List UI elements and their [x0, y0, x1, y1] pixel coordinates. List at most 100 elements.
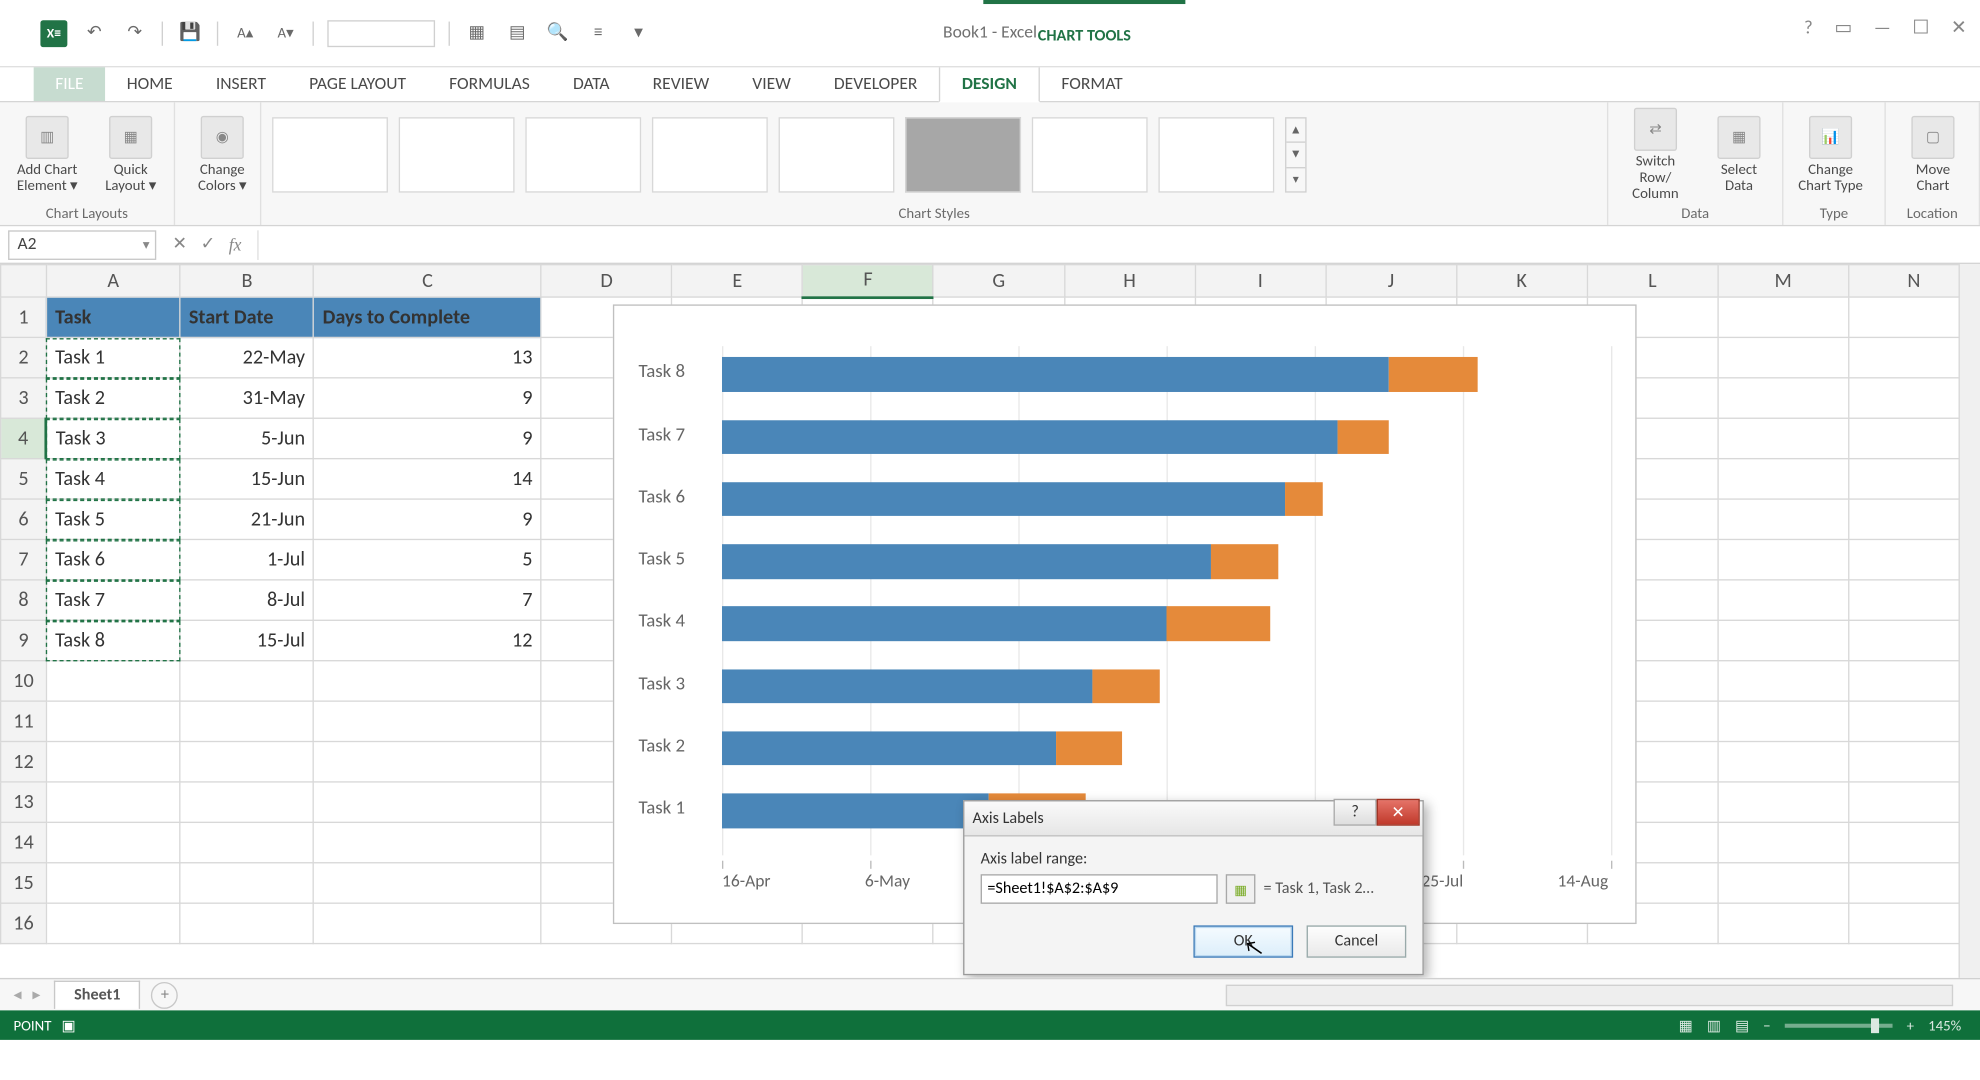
font-decrease-button[interactable]: A▾ [272, 20, 299, 47]
cell[interactable]: Start Date [180, 297, 314, 337]
zoom-in-button[interactable]: + [1907, 1016, 1914, 1034]
chart-bar[interactable] [722, 420, 1389, 454]
cell[interactable]: 15-Jun [180, 459, 314, 499]
cell[interactable] [46, 701, 180, 741]
row-header[interactable]: 3 [1, 378, 47, 418]
row-header[interactable]: 2 [1, 337, 47, 377]
cell[interactable]: Task 4 [46, 459, 180, 499]
cell[interactable] [1718, 822, 1849, 862]
row-header[interactable]: 12 [1, 742, 47, 782]
cell[interactable] [314, 701, 541, 741]
cell[interactable]: 15-Jul [180, 620, 314, 660]
tab-developer[interactable]: DEVELOPER [812, 67, 939, 101]
row-header[interactable]: 9 [1, 620, 47, 660]
cell[interactable] [1718, 297, 1849, 337]
save-button[interactable]: 💾 [176, 20, 203, 47]
cell[interactable]: 9 [314, 378, 541, 418]
cell[interactable] [1718, 580, 1849, 620]
column-header[interactable]: M [1718, 265, 1849, 297]
cell[interactable] [314, 661, 541, 701]
qat-combo[interactable] [327, 20, 435, 47]
tab-insert[interactable]: INSERT [194, 67, 287, 101]
cell[interactable] [1718, 782, 1849, 822]
cell[interactable] [180, 903, 314, 943]
cell[interactable]: 5-Jun [180, 418, 314, 458]
column-header[interactable]: D [541, 265, 672, 297]
zoom-slider[interactable] [1785, 1024, 1893, 1028]
horizontal-scrollbar[interactable] [1226, 985, 1953, 1007]
sheet-tab-sheet1[interactable]: Sheet1 [54, 981, 141, 1009]
cell[interactable]: 8-Jul [180, 580, 314, 620]
column-header[interactable]: C [314, 265, 541, 297]
row-header[interactable]: 16 [1, 903, 47, 943]
cell[interactable]: 12 [314, 620, 541, 660]
cell[interactable]: 5 [314, 539, 541, 579]
row-header[interactable]: 4 [1, 418, 47, 458]
maximize-button[interactable]: ☐ [1912, 16, 1929, 39]
column-header[interactable]: K [1456, 265, 1587, 297]
sheet-nav-prev[interactable]: ◂ [13, 985, 21, 1005]
cell[interactable] [1718, 742, 1849, 782]
switch-row-column-button[interactable]: ⇄Switch Row/ Column [1619, 108, 1692, 203]
cell[interactable] [180, 863, 314, 903]
minimize-button[interactable]: — [1874, 16, 1891, 39]
column-header[interactable]: A [46, 265, 180, 297]
help-icon[interactable]: ? [1804, 16, 1813, 39]
cell[interactable] [46, 782, 180, 822]
tab-format[interactable]: FORMAT [1040, 67, 1144, 101]
ok-button[interactable]: OK [1193, 925, 1293, 957]
cell[interactable]: 7 [314, 580, 541, 620]
row-header[interactable]: 10 [1, 661, 47, 701]
close-button[interactable]: ✕ [1951, 16, 1967, 39]
row-header[interactable]: 5 [1, 459, 47, 499]
cell[interactable] [1718, 661, 1849, 701]
cell[interactable]: 14 [314, 459, 541, 499]
cell[interactable] [314, 863, 541, 903]
macro-record-icon[interactable]: ▣ [62, 1016, 76, 1034]
cell[interactable]: Task 7 [46, 580, 180, 620]
cell[interactable] [314, 822, 541, 862]
column-header[interactable]: I [1195, 265, 1326, 297]
tab-data[interactable]: DATA [551, 67, 631, 101]
cell[interactable] [46, 822, 180, 862]
row-header[interactable]: 15 [1, 863, 47, 903]
cell[interactable]: 9 [314, 418, 541, 458]
tab-formulas[interactable]: FORMULAS [428, 67, 552, 101]
view-normal-icon[interactable]: ▦ [1679, 1016, 1693, 1034]
new-sheet-button[interactable]: + [151, 981, 178, 1008]
ribbon-display-icon[interactable]: ▭ [1834, 16, 1852, 39]
view-page-break-icon[interactable]: ▤ [1735, 1016, 1749, 1034]
axis-label-range-input[interactable] [981, 874, 1218, 904]
cell[interactable]: Task [46, 297, 180, 337]
cell[interactable]: 22-May [180, 337, 314, 377]
cell[interactable]: 31-May [180, 378, 314, 418]
chart-bar[interactable] [722, 669, 1159, 703]
column-header[interactable]: B [180, 265, 314, 297]
column-header[interactable]: L [1587, 265, 1718, 297]
qat-icon-3[interactable]: 🔍 [544, 20, 571, 47]
cell[interactable]: 21-Jun [180, 499, 314, 539]
qat-icon-1[interactable]: ▦ [463, 20, 490, 47]
cell[interactable] [1718, 701, 1849, 741]
gallery-scroll[interactable]: ▲▼▾ [1285, 117, 1307, 192]
cell[interactable]: 9 [314, 499, 541, 539]
cell[interactable]: Task 3 [46, 418, 180, 458]
qat-icon-2[interactable]: ▤ [504, 20, 531, 47]
font-increase-button[interactable]: A▴ [232, 20, 259, 47]
enter-formula-icon[interactable]: ✓ [201, 234, 216, 256]
cell[interactable] [314, 782, 541, 822]
tab-review[interactable]: REVIEW [631, 67, 731, 101]
add-chart-element-button[interactable]: ▥Add Chart Element ▾ [11, 116, 84, 194]
cell[interactable] [1718, 418, 1849, 458]
cell[interactable]: Task 8 [46, 620, 180, 660]
chart-styles-gallery[interactable]: ▲▼▾ [272, 108, 1596, 202]
cancel-formula-icon[interactable]: ✕ [172, 234, 187, 256]
cell[interactable] [46, 863, 180, 903]
chart-bar[interactable] [722, 482, 1322, 516]
cell[interactable] [1718, 459, 1849, 499]
cell[interactable] [180, 782, 314, 822]
cell[interactable] [1718, 863, 1849, 903]
cell[interactable] [1718, 903, 1849, 943]
chart-bar[interactable] [722, 544, 1278, 578]
column-header[interactable]: F [803, 265, 934, 297]
